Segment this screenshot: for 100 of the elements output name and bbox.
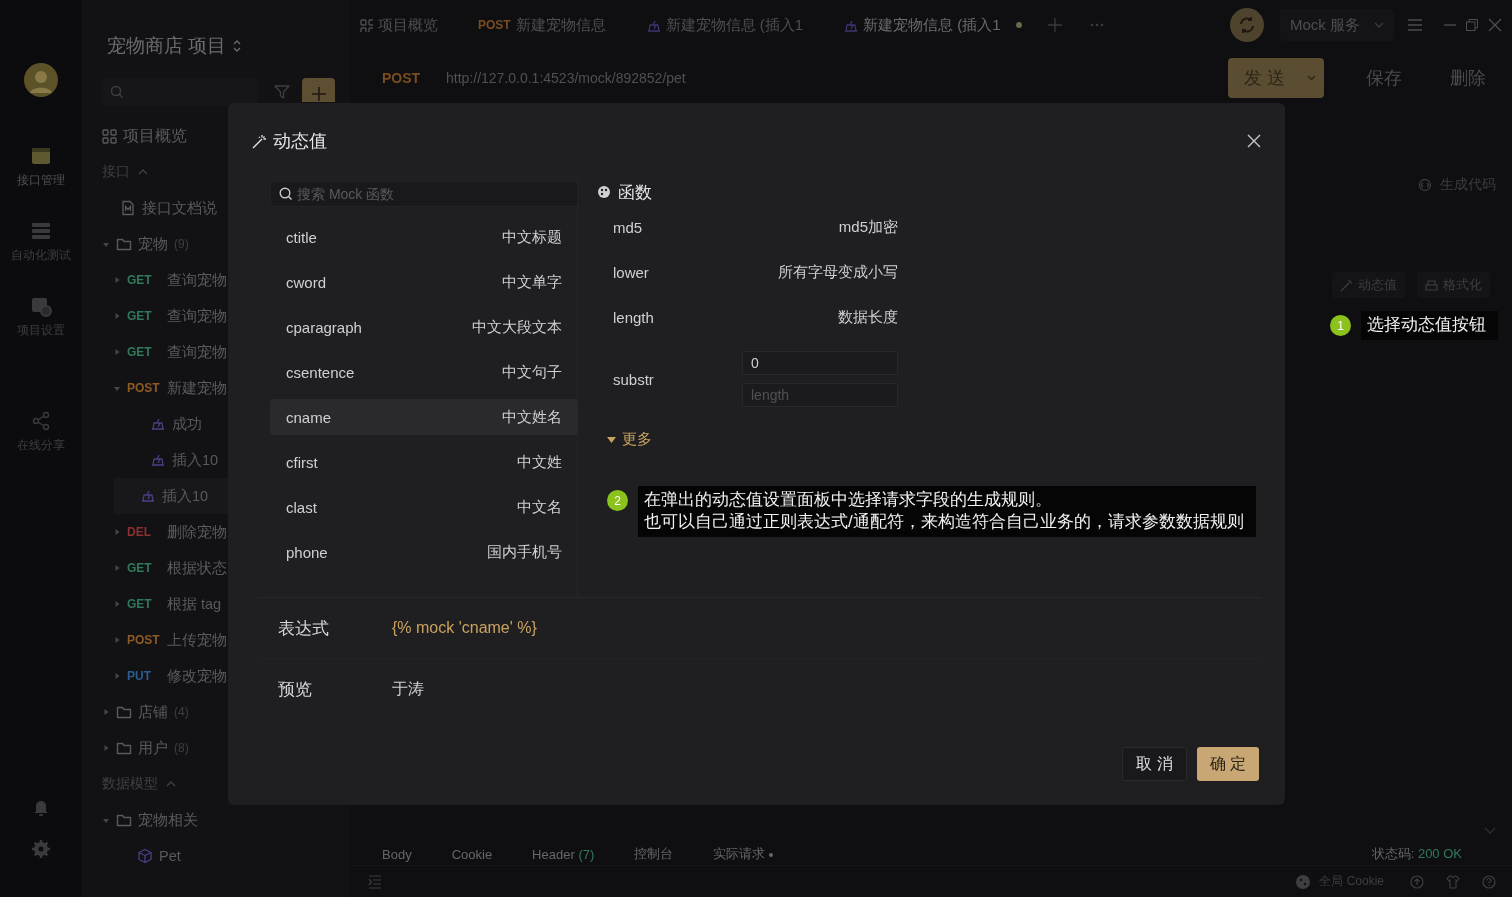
filter-icon[interactable] <box>274 84 290 100</box>
search-field[interactable]: 搜索 Mock 函数 <box>270 181 578 207</box>
caret-right-icon[interactable] <box>113 276 121 284</box>
cookie-icon[interactable] <box>1295 873 1312 890</box>
more-icon[interactable] <box>1089 23 1104 27</box>
tree-item-label[interactable]: 查询宠物 <box>167 270 227 290</box>
settings-icon[interactable] <box>31 839 51 859</box>
tab-label[interactable]: 项目概览 <box>378 15 438 35</box>
tree-item-label[interactable]: Pet <box>159 848 181 864</box>
tree-item-label[interactable]: 删除宠物 <box>167 522 227 542</box>
caret-right-icon[interactable] <box>113 636 121 644</box>
response-tab[interactable]: 实际请求 <box>713 845 774 863</box>
stack-icon[interactable] <box>30 220 52 242</box>
response-tab[interactable]: Cookie <box>451 846 493 862</box>
response-tab[interactable]: 控制台 <box>634 845 674 863</box>
caret-right-icon[interactable] <box>113 672 121 680</box>
window-icon[interactable] <box>30 145 52 167</box>
caret-down-icon[interactable] <box>102 240 110 248</box>
lightning-tray-icon <box>150 452 166 468</box>
more-toggle[interactable]: 更多 <box>607 430 916 449</box>
tab-label[interactable]: 新建宠物信息 <box>515 15 606 35</box>
tree-item-label[interactable]: 宠物 <box>138 234 168 254</box>
caret-down-icon <box>607 435 616 444</box>
rail-item-label[interactable]: 接口管理 <box>17 173 65 188</box>
search-field[interactable] <box>102 78 258 106</box>
confirm-button[interactable]: 确 定 <box>1196 747 1259 781</box>
function-description: 所有字母变成小写 <box>778 263 898 282</box>
tab[interactable]: POST 新建宠物信息 <box>478 7 606 43</box>
avatar-icon[interactable] <box>24 63 58 97</box>
function-item[interactable]: cword 中文单字 <box>270 264 578 300</box>
function-name: clast <box>286 498 317 516</box>
method-label: POST <box>127 633 161 647</box>
function-item[interactable]: clast 中文名 <box>270 489 578 525</box>
caret-down-icon[interactable] <box>102 816 110 824</box>
function-item[interactable]: phone 国内手机号 <box>270 534 578 570</box>
folder-icon <box>116 704 132 720</box>
caret-right-icon[interactable] <box>102 744 110 752</box>
tree-item-label[interactable]: 查询宠物 <box>167 342 227 362</box>
overview-link[interactable]: 项目概览 <box>123 125 187 147</box>
caret-right-icon[interactable] <box>113 312 121 320</box>
function-name: cfirst <box>286 453 318 471</box>
sync-icon[interactable] <box>1230 8 1264 42</box>
tab-label[interactable]: 新建宠物信息 (插入1 <box>665 15 804 35</box>
response-tab[interactable]: Header (7) <box>532 846 595 862</box>
caret-right-icon[interactable] <box>113 564 121 572</box>
tab[interactable]: 新建宠物信息 (插入1 <box>843 7 1022 43</box>
tree-item-label[interactable]: 接口文档说 <box>142 198 217 218</box>
preview-value: 于涛 <box>392 678 424 699</box>
tree-item-label[interactable]: 宠物相关 <box>138 810 198 830</box>
tree-item-label[interactable]: 新建宠物 <box>167 378 227 398</box>
menu-icon[interactable] <box>1408 19 1422 31</box>
function-item[interactable]: cfirst 中文姓 <box>270 444 578 480</box>
caret-right-icon[interactable] <box>113 348 121 356</box>
function-description: 中文句子 <box>502 362 562 382</box>
updown-icon[interactable] <box>232 39 243 53</box>
response-tab[interactable]: Body <box>382 846 412 862</box>
delete-button[interactable]: 删除 <box>1444 60 1492 96</box>
tree-item-label[interactable]: 修改宠物 <box>167 666 227 686</box>
url-field[interactable]: http://127.0.0.1:4523/mock/892852/pet <box>446 70 1228 86</box>
upload-icon[interactable] <box>1410 874 1424 889</box>
dialog-title: 动态值 <box>273 130 327 153</box>
input-field[interactable]: 0 <box>742 351 898 375</box>
function-item[interactable]: csentence 中文句子 <box>270 354 578 390</box>
tab[interactable]: 项目概览 <box>360 7 438 43</box>
restore-icon[interactable] <box>1466 19 1478 31</box>
function-item[interactable]: ctitle 中文标题 <box>270 219 578 255</box>
method-label: POST <box>478 18 511 32</box>
document-icon <box>120 200 136 216</box>
caret-right-icon[interactable] <box>113 600 121 608</box>
tree-item-label[interactable]: 插入10 <box>172 450 219 470</box>
function-name: phone <box>286 543 328 561</box>
caret-right-icon[interactable] <box>102 708 110 716</box>
environment-select[interactable]: Mock 服务 <box>1280 9 1394 41</box>
function-description: 数据长度 <box>838 308 898 327</box>
caret-right-icon[interactable] <box>113 528 121 536</box>
cancel-button[interactable]: 取 消 <box>1122 747 1187 781</box>
tab-label[interactable]: 新建宠物信息 (插入1 <box>863 15 1001 35</box>
function-description: 国内手机号 <box>487 542 562 562</box>
tree-item-label[interactable]: 插入10 <box>162 486 209 506</box>
close-icon[interactable] <box>1488 18 1502 32</box>
tree-item-label[interactable]: 查询宠物 <box>167 306 227 326</box>
caret-down-icon[interactable] <box>113 384 121 392</box>
indent-icon[interactable] <box>368 873 382 890</box>
tree-item-label[interactable]: 根据 tag <box>167 594 222 614</box>
function-item[interactable]: cparagraph 中文大段文本 <box>270 309 578 345</box>
share-icon[interactable] <box>30 410 52 432</box>
step-number: 2 <box>607 490 628 511</box>
tree-item-label[interactable]: 根据状态 <box>167 558 227 578</box>
chevron-down-icon[interactable] <box>1484 827 1496 835</box>
tree-item-label[interactable]: 店铺 <box>138 702 168 722</box>
tree-item-label[interactable]: 成功 <box>172 414 202 434</box>
shirt-icon[interactable] <box>1446 874 1460 889</box>
save-button[interactable]: 保存 <box>1360 60 1408 96</box>
function-item[interactable]: cname 中文姓名 <box>270 399 578 435</box>
tab[interactable]: 新建宠物信息 (插入1 <box>645 7 804 43</box>
plus-icon[interactable] <box>1047 18 1062 32</box>
help-icon[interactable] <box>1482 874 1496 889</box>
tree-item-label[interactable]: 用户 <box>138 738 168 758</box>
tree-item-label[interactable]: 上传宠物 <box>167 630 227 650</box>
add-button[interactable] <box>302 78 335 102</box>
